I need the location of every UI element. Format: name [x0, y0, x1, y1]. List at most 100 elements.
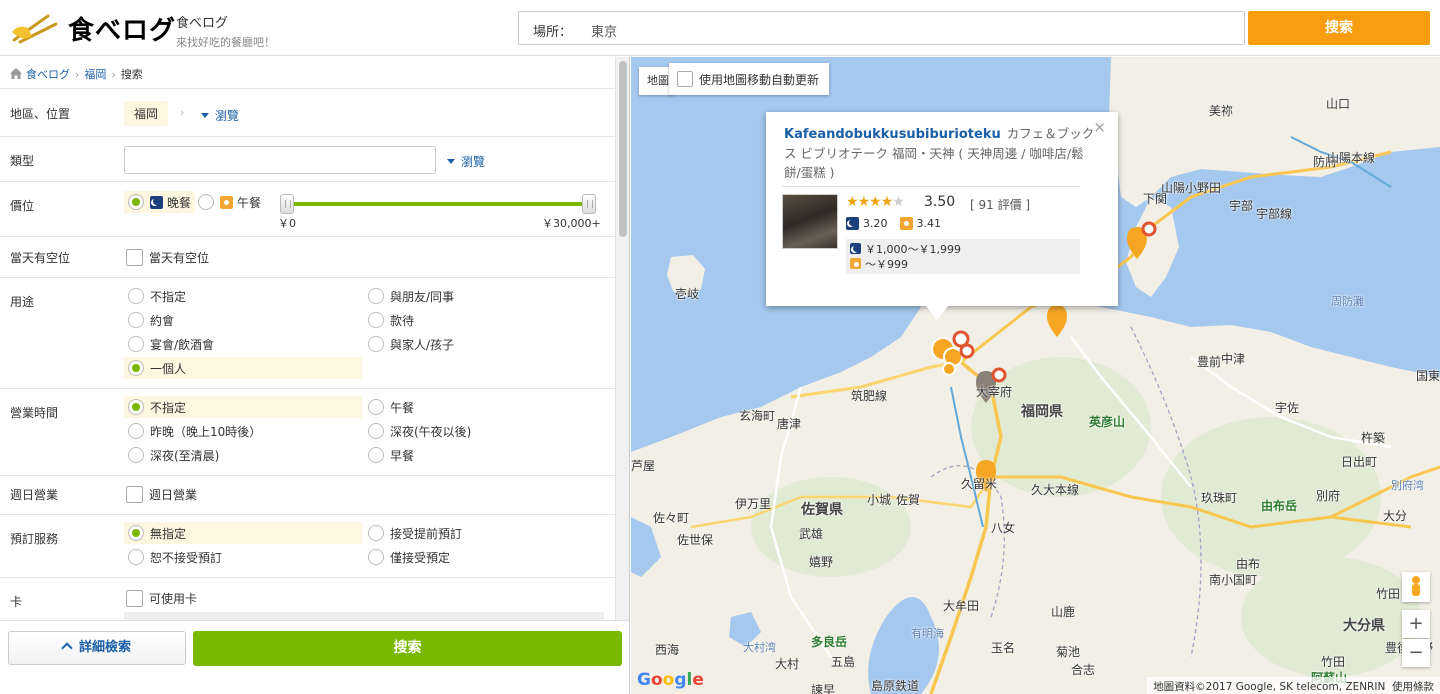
category-input[interactable]	[124, 146, 436, 174]
map-place-label: 美祢	[1209, 104, 1234, 118]
map-place-label: 菊池	[1056, 645, 1081, 659]
radio-label: 與家人/孩子	[390, 337, 455, 352]
category-browse-link[interactable]: 瀏覽	[447, 153, 485, 170]
scrollbar-thumb[interactable]	[619, 61, 627, 237]
filter-card-label: 卡	[10, 595, 23, 609]
breadcrumb-separator-icon: ›	[75, 68, 80, 81]
search-button[interactable]: 搜索	[193, 631, 622, 666]
map-place-label: 別府湾	[1391, 479, 1424, 492]
filter-panel: 食べログ › 福岡 › 搜索 地區、位置 福岡 › 瀏覽 類型 瀏覽 價位 晚餐 午餐 …	[0, 57, 630, 694]
zoom-in-button[interactable]: +	[1402, 610, 1430, 638]
map-place-label: 大宰府	[976, 385, 1013, 399]
auto-update-label: 使用地圖移動自動更新	[699, 72, 820, 87]
price-range-slider[interactable]	[280, 194, 602, 214]
header-search-button[interactable]: 搜索	[1248, 11, 1430, 45]
reservation-radio-only[interactable]: 僅接受預定	[364, 546, 602, 568]
radio-circle	[128, 360, 144, 376]
price-min-handle[interactable]	[280, 194, 294, 214]
chevron-right-icon: ›	[180, 106, 185, 119]
price-lunch-radio[interactable]: 午餐	[194, 191, 265, 213]
hours-radio-breakfast[interactable]: 早餐	[364, 444, 602, 466]
map-place-label: 別府	[1316, 489, 1341, 503]
radio-label: 不指定	[150, 289, 187, 304]
map-type-button[interactable]: 地圖	[639, 67, 673, 95]
location-input[interactable]: 場所： 東京	[518, 11, 1245, 45]
reservation-radio-none[interactable]: 無指定	[124, 522, 362, 544]
purpose-radio-date[interactable]: 約會	[124, 309, 362, 331]
breadcrumb-home[interactable]: 食べログ	[26, 68, 70, 81]
radio-circle	[368, 423, 384, 439]
price-max-label: ￥30,000+	[542, 217, 601, 230]
street-view-pegman-icon[interactable]	[1402, 572, 1430, 602]
hours-radio-none[interactable]: 不指定	[124, 396, 362, 418]
moon-icon	[850, 243, 861, 254]
reservation-radio-no[interactable]: 恕不接受預訂	[124, 546, 362, 568]
map-place-label: 佐賀	[896, 493, 921, 507]
breadcrumb-fukuoka[interactable]: 福岡	[84, 68, 106, 81]
hours-radio-lunch[interactable]: 午餐	[364, 396, 602, 418]
area-browse-label: 瀏覽	[215, 109, 240, 123]
terms-link[interactable]: 使用條款	[1392, 681, 1434, 693]
area-value[interactable]: 福岡	[124, 101, 169, 126]
filter-scrollbar[interactable]	[615, 57, 629, 694]
restaurant-pin[interactable]	[991, 367, 1007, 383]
map-place-label: 南小国町	[1209, 573, 1258, 587]
availability-checkbox[interactable]: 當天有空位	[126, 249, 209, 266]
radio-circle	[368, 336, 384, 352]
price-dinner-radio[interactable]: 晚餐	[124, 191, 196, 213]
purpose-radio-hospitality[interactable]: 款待	[364, 309, 602, 331]
purpose-radio-solo[interactable]: 一個人	[124, 357, 362, 379]
purpose-radio-friends[interactable]: 與朋友/同事	[364, 285, 602, 307]
map-place-label: 宇部	[1229, 199, 1254, 213]
category-browse-label: 瀏覽	[461, 155, 486, 169]
review-count[interactable]: [ 91 評價 ]	[970, 196, 1030, 213]
sunday-checkbox[interactable]: 週日營業	[126, 486, 197, 503]
restaurant-pin[interactable]	[1141, 221, 1157, 237]
lunch-price: ～￥999	[865, 257, 908, 271]
zoom-out-button[interactable]: −	[1402, 639, 1430, 667]
area-browse-link[interactable]: 瀏覽	[201, 107, 239, 124]
filter-area: 地區、位置 福岡 › 瀏覽	[0, 90, 615, 137]
star-icon: ★	[869, 194, 882, 210]
map-place-label: 芦屋	[631, 459, 656, 473]
radio-circle	[368, 549, 384, 565]
map-place-label: 竹田	[1321, 655, 1346, 669]
chopsticks-icon	[12, 14, 58, 44]
advanced-search-button[interactable]: 詳細檢索	[8, 631, 186, 665]
purpose-radio-family[interactable]: 與家人/孩子	[364, 333, 602, 355]
restaurant-name-link[interactable]: Kafeandobukkusubiburioteku	[784, 127, 1001, 142]
hours-radio-late[interactable]: 昨晚（晚上10時後）	[124, 420, 362, 442]
rating-stars: ★★★★★	[846, 194, 905, 210]
filter-reservation-label: 預訂服務	[10, 532, 59, 546]
map-place-label: 宇佐	[1275, 401, 1300, 415]
triangle-down-icon	[201, 113, 209, 118]
radio-label: 無指定	[150, 526, 187, 541]
location-label: 場所：	[533, 25, 573, 40]
map-place-label: 中津	[1221, 352, 1246, 366]
hours-radio-dawn[interactable]: 深夜(至清晨)	[124, 444, 362, 466]
radio-label: 與朋友/同事	[390, 289, 455, 304]
purpose-radio-none[interactable]: 不指定	[124, 285, 362, 307]
radio-label: 不指定	[150, 400, 187, 415]
map-place-label: 伊万里	[735, 497, 772, 511]
radio-label: 一個人	[150, 361, 187, 376]
card-checkbox[interactable]: 可使用卡	[126, 590, 197, 607]
restaurant-photo[interactable]	[782, 194, 838, 249]
radio-circle	[368, 525, 384, 541]
price-max-handle[interactable]	[582, 194, 596, 214]
auto-update-toggle[interactable]: 使用地圖移動自動更新	[669, 63, 830, 95]
radio-label: 午餐	[390, 400, 415, 415]
map-place-label: 玉名	[991, 641, 1016, 655]
hours-radio-midnight[interactable]: 深夜(午夜以後)	[364, 420, 602, 442]
radio-label: 恕不接受預訂	[150, 550, 223, 565]
map-place-label: 福岡県	[1021, 404, 1063, 420]
reservation-radio-advance[interactable]: 接受提前預訂	[364, 522, 602, 544]
map-place-label: 大牟田	[943, 599, 980, 613]
map[interactable]: Google 山口 美祢 防府 山陽小野田 下関 宇部 壱岐 中津 豊前 国東 福岡県 英彦山 宇佐 杵築…	[631, 57, 1440, 694]
map-place-label: 由布	[1236, 557, 1261, 571]
tabelog-logo[interactable]: 食べログ	[10, 8, 175, 48]
radio-circle	[128, 194, 144, 210]
map-place-label: 大村	[775, 657, 800, 671]
map-place-label: 山陽本線	[1327, 151, 1376, 165]
purpose-radio-party[interactable]: 宴會/飲酒會	[124, 333, 362, 355]
